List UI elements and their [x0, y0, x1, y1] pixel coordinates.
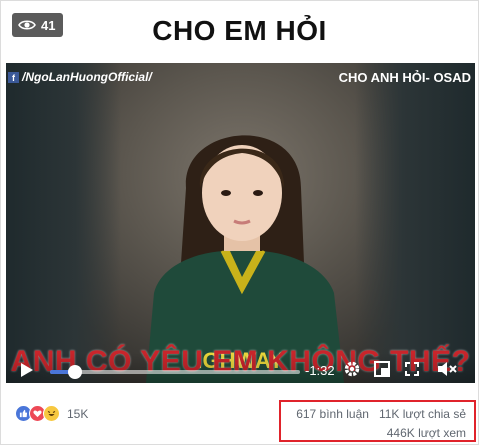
- mute-icon: [438, 362, 457, 376]
- page-tag: f /NgoLanHuongOfficial/: [8, 70, 152, 84]
- gear-icon: [344, 361, 360, 377]
- settings-button[interactable]: [342, 359, 362, 379]
- facebook-icon: f: [8, 71, 19, 83]
- haha-icon: [43, 405, 60, 422]
- popout-button[interactable]: [372, 359, 392, 379]
- popout-icon: [374, 361, 390, 377]
- reactions-summary[interactable]: 15K: [15, 405, 88, 422]
- post-card: 41 CHO EM HỎI IGHWAY: [0, 0, 479, 445]
- fullscreen-button[interactable]: [402, 359, 422, 379]
- comments-count[interactable]: 617 bình luận: [296, 407, 369, 421]
- progress-bar[interactable]: [50, 365, 300, 379]
- progress-handle[interactable]: [68, 365, 82, 379]
- play-button[interactable]: [18, 361, 36, 379]
- reaction-count: 15K: [67, 406, 89, 421]
- post-title: CHO EM HỎI: [152, 15, 327, 46]
- time-remaining: -1:32: [305, 363, 335, 378]
- video-player[interactable]: IGHWAY f /NgoLanHuongOfficial/ CHO ANH H…: [6, 63, 475, 383]
- engagement-stats: 617 bình luận 11K lượt chia sẻ 446K lượt…: [279, 400, 476, 442]
- post-footer: 15K 617 bình luận 11K lượt chia sẻ 446K …: [1, 383, 478, 444]
- volume-button[interactable]: [436, 359, 458, 379]
- views-count: 446K lượt xem: [386, 426, 466, 440]
- fullscreen-icon: [405, 362, 419, 376]
- video-person-illustration: IGHWAY: [146, 135, 344, 383]
- play-icon: [21, 363, 33, 377]
- video-controls: -1:32: [6, 353, 475, 383]
- video-title: CHO ANH HỎI- OSAD: [338, 70, 471, 85]
- post-header: 41 CHO EM HỎI: [1, 1, 478, 63]
- shares-count[interactable]: 11K lượt chia sẻ: [379, 407, 466, 421]
